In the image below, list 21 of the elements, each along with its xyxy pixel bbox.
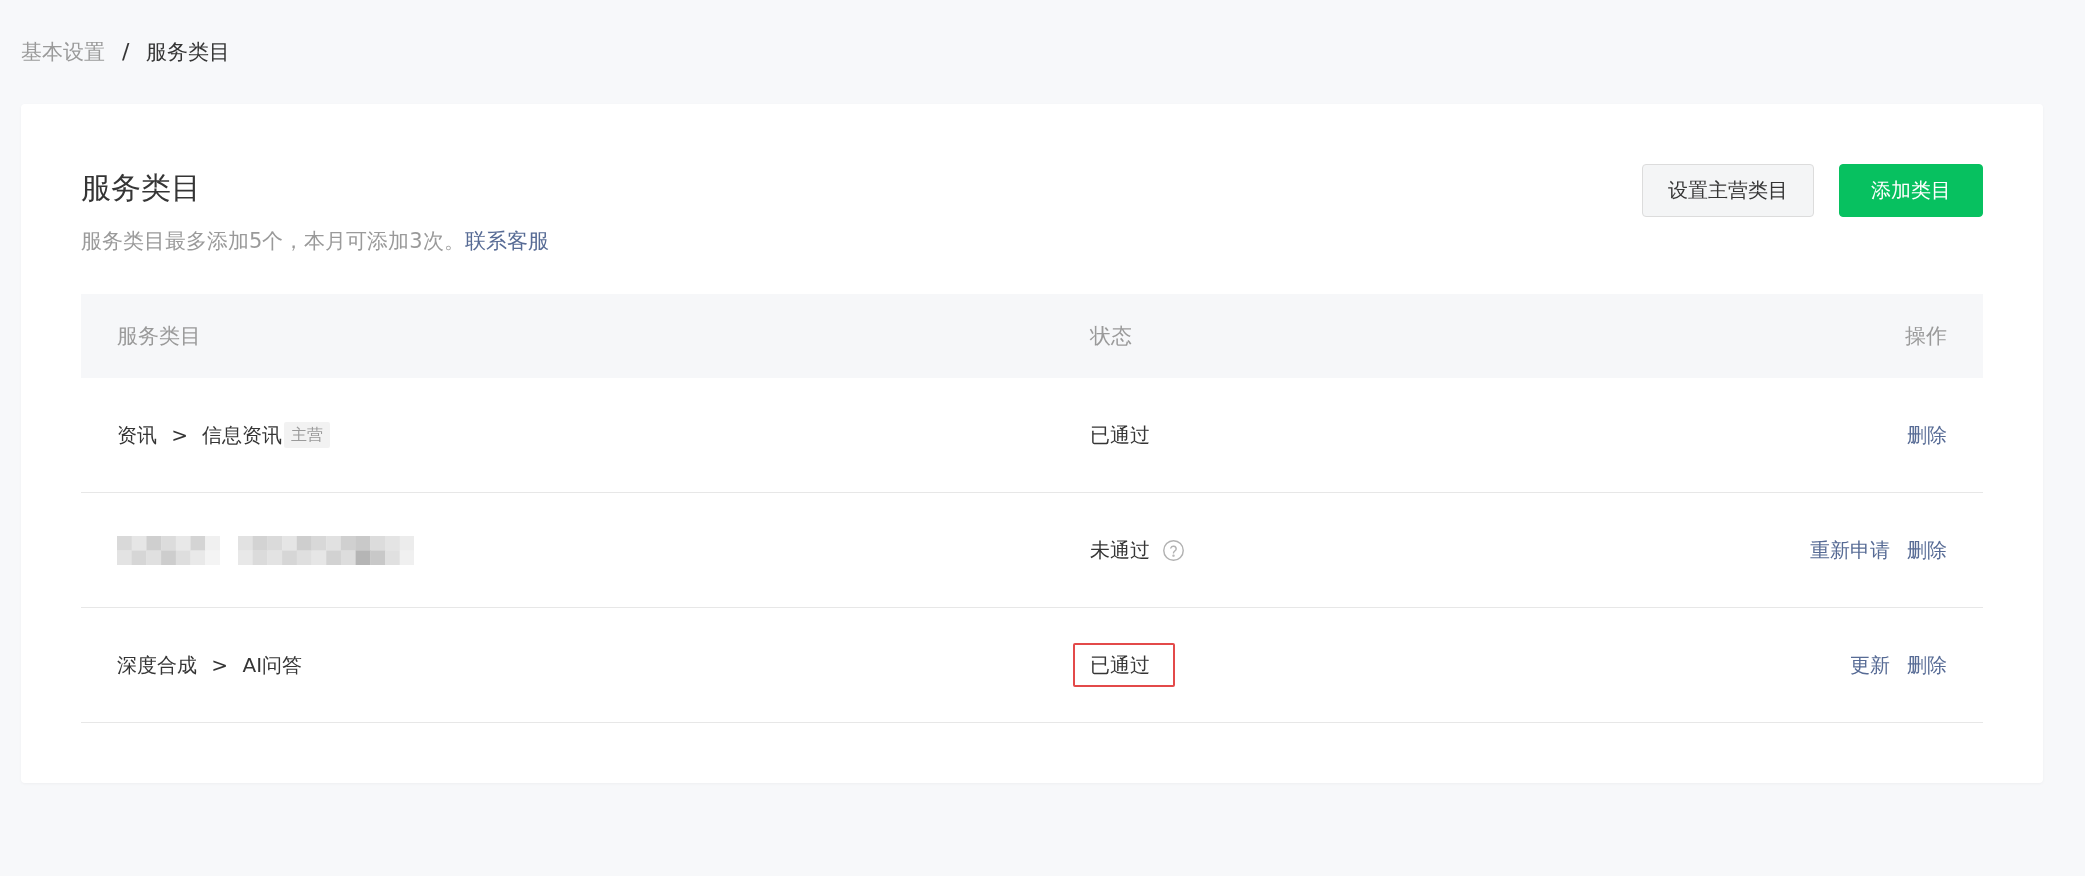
status-text: 已通过 — [1090, 422, 1150, 449]
action-link[interactable]: 删除 — [1907, 651, 1947, 679]
column-header: 操作 — [1905, 323, 1947, 350]
contact-support-link[interactable]: 联系客服 — [464, 229, 549, 253]
quota-note: 服务类目最多添加5个，本月可添加3次。联系客服 — [81, 228, 549, 255]
action-link[interactable]: 重新申请 — [1810, 536, 1890, 564]
column-header: 状态 — [1090, 323, 1132, 350]
status-text: 已通过 — [1090, 652, 1150, 679]
category-path: 深度合成 > AI问答 — [117, 652, 303, 679]
breadcrumb-item: 服务类目 — [146, 39, 231, 66]
category-path: 资讯 > 信息资讯 — [117, 422, 283, 449]
category-tag: 主营 — [284, 422, 331, 448]
set-main-category-button[interactable]: 设置主营类目 — [1642, 164, 1814, 217]
action-link[interactable]: 更新 — [1850, 651, 1890, 679]
action-link[interactable]: 删除 — [1907, 536, 1947, 564]
action-link[interactable]: 删除 — [1907, 421, 1947, 449]
column-header: 服务类目 — [117, 323, 201, 350]
page-title: 服务类目 — [81, 169, 202, 207]
breadcrumb-separator: / — [122, 38, 130, 66]
help-icon[interactable] — [1163, 539, 1184, 561]
status-text: 未通过 — [1090, 537, 1150, 564]
